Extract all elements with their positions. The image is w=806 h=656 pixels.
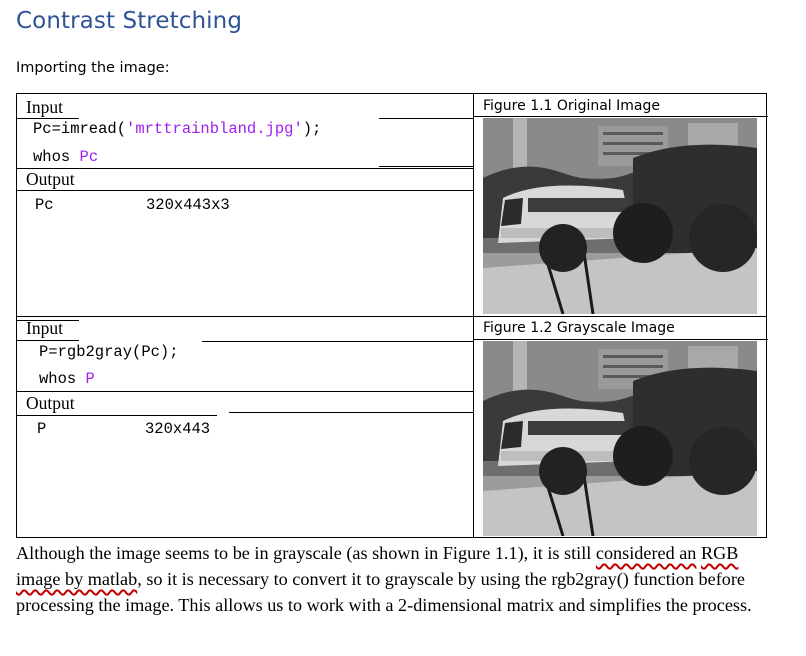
output-top-rule-2 <box>17 391 473 392</box>
output-name-2: P <box>37 420 47 438</box>
row-divider <box>17 316 766 317</box>
input-label-2: Input <box>26 318 63 338</box>
output-rule-1 <box>17 190 473 191</box>
output-rule-2a <box>17 415 217 416</box>
code-figure-table: Input Pc=imread('mrttrainbland.jpg'); wh… <box>16 93 768 538</box>
code-rule-1b <box>379 166 473 167</box>
caption-rule-1 <box>473 116 768 117</box>
code-line-whos-p: whos P <box>39 370 95 388</box>
code-rule-2a <box>202 341 473 342</box>
figure-caption-1: Figure 1.1 Original Image <box>483 98 660 114</box>
code-line-imread: Pc=imread('mrttrainbland.jpg'); <box>33 120 322 138</box>
page-title: Contrast Stretching <box>16 8 243 34</box>
flagged-phrase-1: considered an <box>595 543 697 563</box>
output-value-2: 320x443 <box>145 420 211 438</box>
input-rule-2 <box>17 340 79 341</box>
caption-rule-2 <box>473 339 768 340</box>
output-rule-2b <box>229 412 473 413</box>
paragraph-text-1: Although the image seems to be in graysc… <box>16 543 596 563</box>
output-value-1: 320x443x3 <box>146 196 230 214</box>
train-photo-grayscale <box>483 341 757 536</box>
output-label-2: Output <box>26 393 75 413</box>
output-label-1: Output <box>26 169 75 189</box>
input-rule-1 <box>17 118 79 119</box>
input-label-1: Input <box>26 97 63 117</box>
figure-caption-2: Figure 1.2 Grayscale Image <box>483 320 675 336</box>
output-name-1: Pc <box>35 196 54 214</box>
section-subheading: Importing the image: <box>16 60 170 76</box>
code-rule-1a <box>379 118 473 119</box>
train-photo-original <box>483 118 757 314</box>
code-line-whos-pc: whos Pc <box>33 148 99 166</box>
explanation-paragraph: Although the image seems to be in graysc… <box>16 540 776 618</box>
code-line-rgb2gray: P=rgb2gray(Pc); <box>39 343 179 361</box>
output-top-rule-1 <box>17 168 473 169</box>
